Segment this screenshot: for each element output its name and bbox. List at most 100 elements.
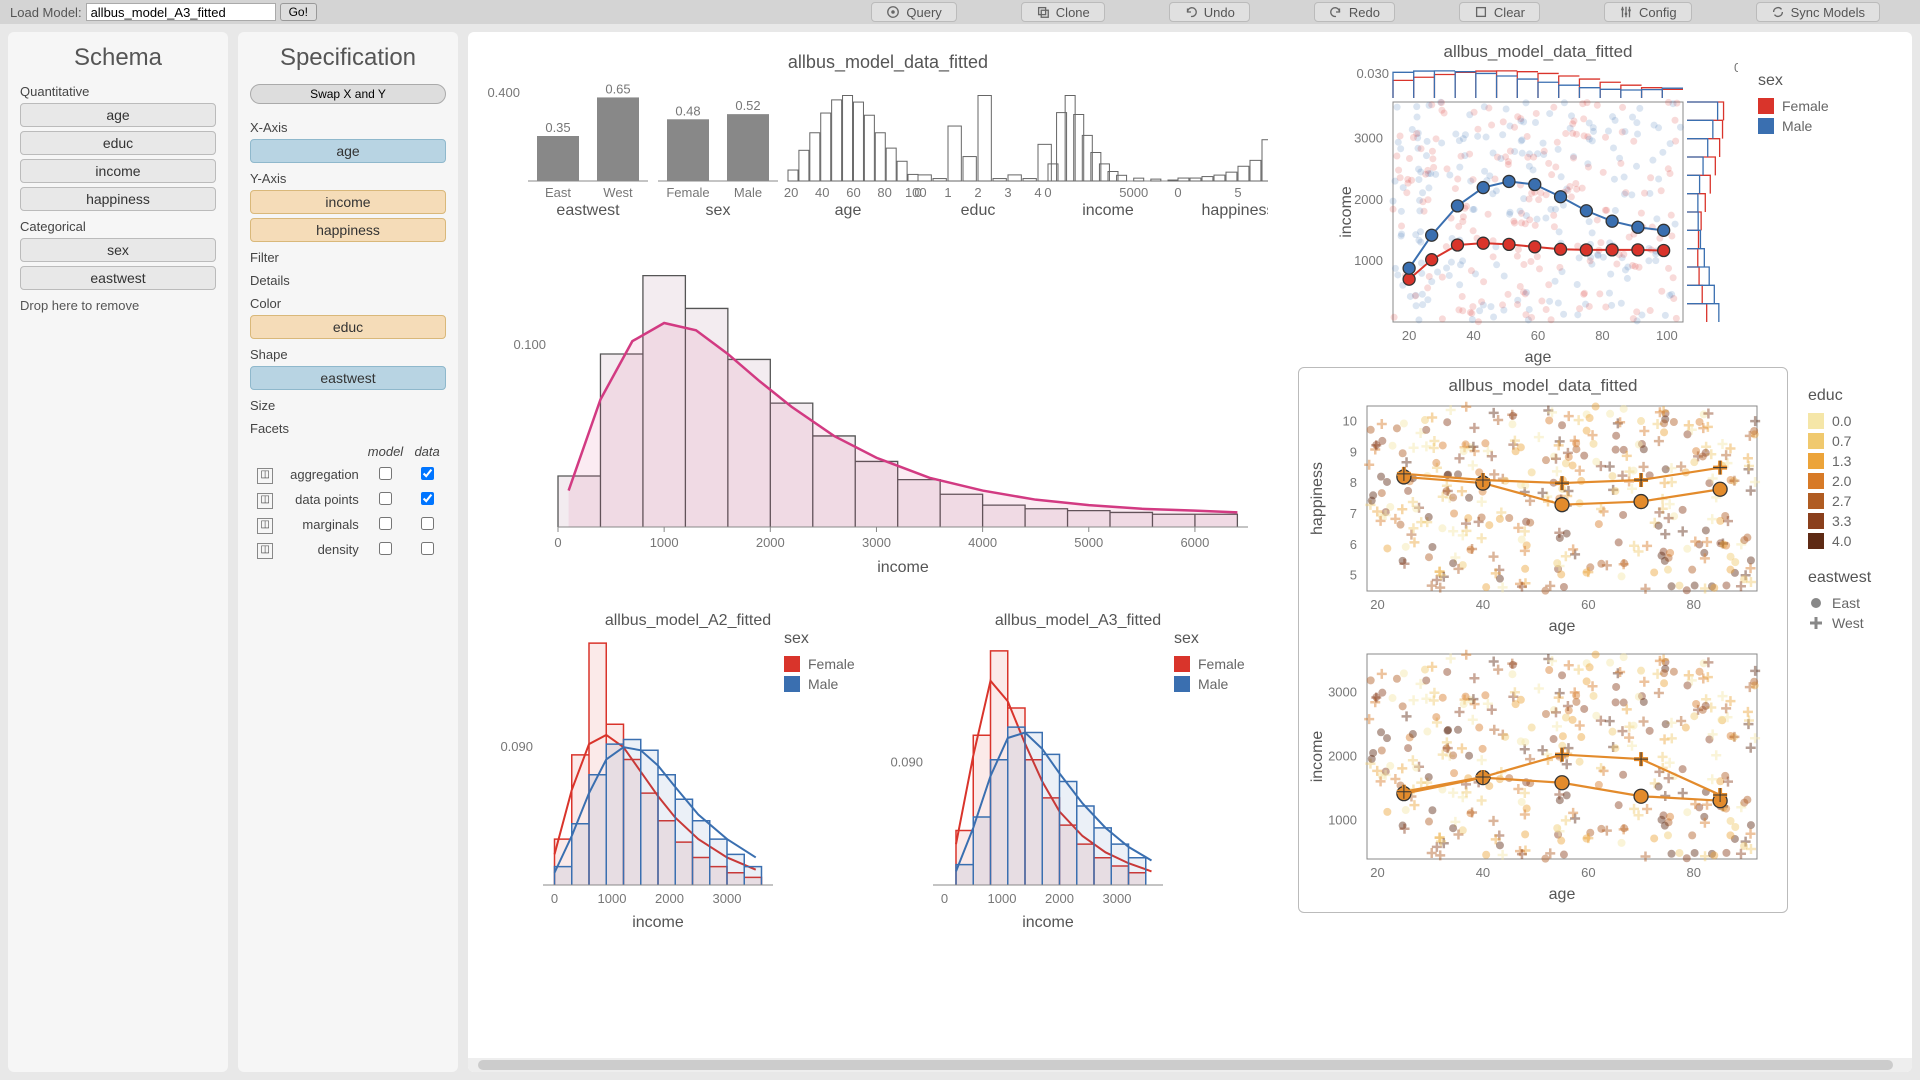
svg-text:1000: 1000 xyxy=(650,535,679,550)
a3-legend-title: sex xyxy=(1174,630,1245,648)
svg-text:income: income xyxy=(877,559,929,576)
undo-button[interactable]: Undo xyxy=(1169,2,1250,22)
facet-aggregation-model[interactable] xyxy=(379,467,392,480)
svg-text:60: 60 xyxy=(1581,865,1595,880)
svg-text:80: 80 xyxy=(1595,328,1609,343)
facet-marginals-model[interactable] xyxy=(379,517,392,530)
svg-text:60: 60 xyxy=(1531,328,1545,343)
svg-text:4: 4 xyxy=(1034,185,1041,200)
educ-legend-title: educ xyxy=(1808,387,1871,405)
spec-title: Specification xyxy=(250,44,446,72)
facet-density-data[interactable] xyxy=(421,542,434,555)
legend-item: 4.0 xyxy=(1808,533,1871,549)
facet-data points-model[interactable] xyxy=(379,492,392,505)
facet-row-label: aggregation xyxy=(277,463,361,486)
facet-aggregation-data[interactable] xyxy=(421,467,434,480)
swap-xy-button[interactable]: Swap X and Y xyxy=(250,84,446,104)
clone-button[interactable]: Clone xyxy=(1021,2,1105,22)
svg-text:60: 60 xyxy=(1581,597,1595,612)
svg-text:Male: Male xyxy=(734,185,762,200)
marginals-title: allbus_model_data_fitted xyxy=(488,52,1288,73)
schema-field-income[interactable]: income xyxy=(20,159,216,183)
svg-text:1: 1 xyxy=(944,185,951,200)
svg-text:1000: 1000 xyxy=(598,891,627,906)
svg-text:0: 0 xyxy=(1044,185,1051,200)
svg-text:40: 40 xyxy=(815,185,829,200)
schema-field-sex[interactable]: sex xyxy=(20,238,216,262)
svg-text:0.030: 0.030 xyxy=(1356,66,1389,81)
clear-icon xyxy=(1474,5,1488,19)
config-button[interactable]: Config xyxy=(1604,2,1692,22)
redo-button[interactable]: Redo xyxy=(1314,2,1395,22)
svg-text:6000: 6000 xyxy=(1180,535,1209,550)
facet-row-label: data points xyxy=(277,488,361,511)
svg-text:1000: 1000 xyxy=(1328,813,1357,828)
scatter-income-age-sex: 20406080100100020003000ageincome0.0300.0… xyxy=(1338,62,1738,372)
plot-canvas[interactable]: allbus_model_data_fitted 0.400 0.35 East 0.… xyxy=(468,32,1912,1072)
color-label: Color xyxy=(250,296,446,311)
model-name-input[interactable] xyxy=(86,3,276,21)
svg-text:80: 80 xyxy=(877,185,891,200)
color-pill[interactable]: educ xyxy=(250,315,446,339)
svg-text:happiness: happiness xyxy=(1202,202,1268,219)
shape-pill[interactable]: eastwest xyxy=(250,366,446,390)
yaxis-pill-income[interactable]: income xyxy=(250,190,446,214)
a2-title: allbus_model_A2_fitted xyxy=(488,612,888,630)
svg-text:20: 20 xyxy=(784,185,798,200)
svg-text:3000: 3000 xyxy=(713,891,742,906)
facet-density-model[interactable] xyxy=(379,542,392,555)
legend-item: 3.3 xyxy=(1808,513,1871,529)
schema-field-eastwest[interactable]: eastwest xyxy=(20,266,216,290)
top-toolbar: Load Model: Go! Query Clone Undo Redo Cl… xyxy=(0,0,1920,24)
legend-item: Male xyxy=(1758,118,1829,134)
svg-text:income: income xyxy=(1082,202,1134,219)
legend-item: 0.0 xyxy=(1808,413,1871,429)
svg-text:1000: 1000 xyxy=(1354,253,1383,268)
svg-text:2: 2 xyxy=(974,185,981,200)
shape-label: Shape xyxy=(250,347,446,362)
details-label: Details xyxy=(250,273,446,288)
filter-label: Filter xyxy=(250,250,446,265)
svg-text:0.030: 0.030 xyxy=(1734,62,1738,75)
svg-text:0.090: 0.090 xyxy=(890,755,923,770)
svg-text:3000: 3000 xyxy=(1328,684,1357,699)
svg-text:2000: 2000 xyxy=(1045,891,1074,906)
facet-marginals-data[interactable] xyxy=(421,517,434,530)
spec-panel: Specification Swap X and Y X-Axis age Y-… xyxy=(238,32,458,1072)
scatter1-title: allbus_model_data_fitted xyxy=(1338,42,1738,62)
svg-text:0.35: 0.35 xyxy=(545,120,570,135)
redo-icon xyxy=(1329,5,1343,19)
yaxis-label: Y-Axis xyxy=(250,171,446,186)
sync-button[interactable]: Sync Models xyxy=(1756,2,1880,22)
horizontal-scrollbar[interactable] xyxy=(468,1058,1912,1072)
svg-text:6: 6 xyxy=(1350,537,1357,552)
svg-text:educ: educ xyxy=(961,202,996,219)
svg-text:age: age xyxy=(1549,886,1576,903)
svg-text:0.090: 0.090 xyxy=(500,739,533,754)
facet-data points-data[interactable] xyxy=(421,492,434,505)
load-model-label: Load Model: xyxy=(10,5,82,20)
sex-legend-title: sex xyxy=(1758,72,1829,90)
svg-text:sex: sex xyxy=(706,202,731,219)
query-button[interactable]: Query xyxy=(871,2,956,22)
legend-item: 1.3 xyxy=(1808,453,1871,469)
svg-text:0: 0 xyxy=(554,535,561,550)
go-button[interactable]: Go! xyxy=(280,3,317,21)
svg-text:East: East xyxy=(545,185,571,200)
yaxis-pill-happiness[interactable]: happiness xyxy=(250,218,446,242)
svg-text:20: 20 xyxy=(1370,597,1384,612)
clear-button[interactable]: Clear xyxy=(1459,2,1540,22)
svg-text:10: 10 xyxy=(1343,413,1357,428)
svg-text:80: 80 xyxy=(1687,597,1701,612)
schema-field-age[interactable]: age xyxy=(20,103,216,127)
svg-text:20: 20 xyxy=(1402,328,1416,343)
svg-text:5: 5 xyxy=(1234,185,1241,200)
schema-field-happiness[interactable]: happiness xyxy=(20,187,216,211)
svg-text:5000: 5000 xyxy=(1119,185,1148,200)
sliders-icon xyxy=(1619,5,1633,19)
xaxis-pill[interactable]: age xyxy=(250,139,446,163)
schema-field-educ[interactable]: educ xyxy=(20,131,216,155)
svg-text:0.65: 0.65 xyxy=(605,81,630,96)
svg-text:100: 100 xyxy=(1656,328,1678,343)
svg-text:0.400: 0.400 xyxy=(488,85,520,100)
